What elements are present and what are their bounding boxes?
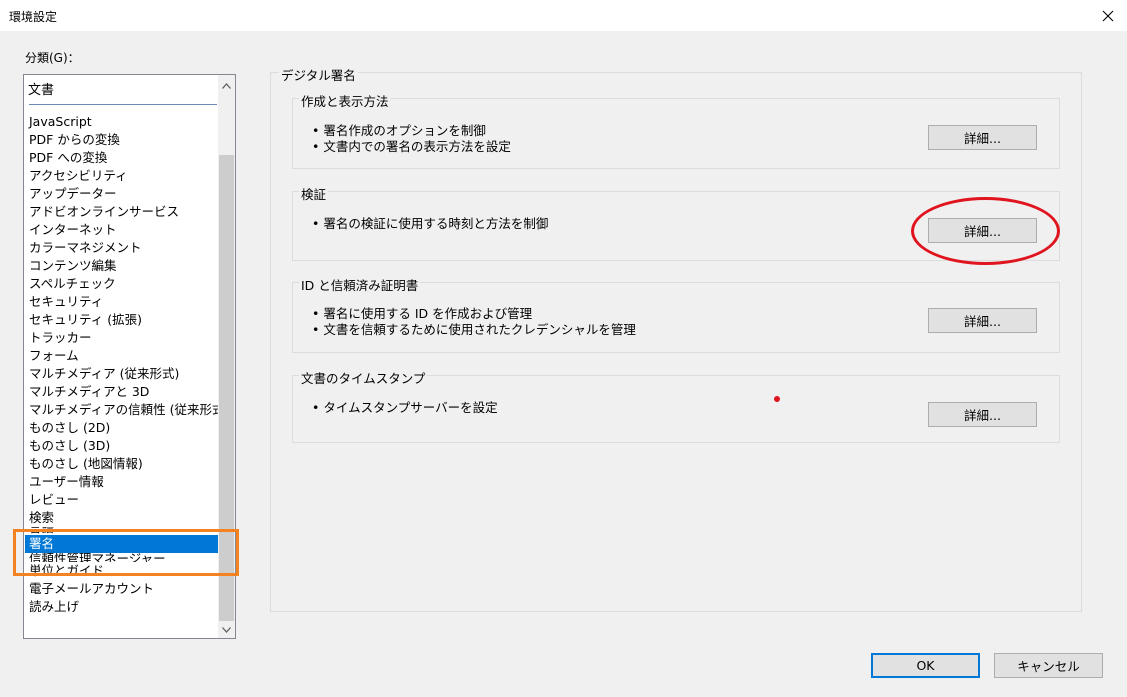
list-item[interactable]: トラッカー — [25, 329, 218, 347]
bullet-text: 文書内での署名の表示方法を設定 — [312, 139, 511, 155]
identities-details-button[interactable]: 詳細... — [928, 308, 1037, 333]
verification-bullets: 署名の検証に使用する時刻と方法を制御 — [312, 216, 548, 232]
title-bar: 環境設定 — [0, 0, 1127, 31]
timestamp-bullets: タイムスタンプサーバーを設定 — [312, 400, 497, 416]
list-item[interactable]: フォーム — [25, 347, 218, 365]
list-item[interactable]: 電子メールアカウント — [25, 580, 218, 598]
creation-details-button[interactable]: 詳細... — [928, 125, 1037, 150]
list-item[interactable]: アクセシビリティ — [25, 167, 218, 185]
list-item[interactable]: PDF からの変換 — [25, 131, 218, 149]
red-dot-annotation — [774, 396, 780, 402]
list-item[interactable]: ユーザー情報 — [25, 473, 218, 491]
close-button[interactable] — [1089, 0, 1127, 31]
creation-display-bullets: 署名作成のオプションを制御 文書内での署名の表示方法を設定 — [312, 123, 511, 155]
list-item[interactable]: PDF への変換 — [25, 149, 218, 167]
creation-display-title: 作成と表示方法 — [299, 91, 391, 110]
window-title: 環境設定 — [9, 10, 58, 24]
cancel-button[interactable]: キャンセル — [994, 653, 1103, 678]
timestamp-title: 文書のタイムスタンプ — [299, 368, 428, 387]
chevron-up-icon — [222, 82, 231, 89]
list-item[interactable]: スペルチェック — [25, 275, 218, 293]
list-item[interactable]: 読み上げ — [25, 598, 218, 616]
scroll-up-button[interactable] — [218, 77, 235, 94]
close-icon — [1102, 10, 1114, 21]
list-item[interactable]: ものさし (地図情報) — [25, 455, 218, 473]
identities-bullets: 署名に使用する ID を作成および管理 文書を信頼するために使用されたクレデンシ… — [312, 306, 636, 338]
list-item[interactable]: コンテンツ編集 — [25, 257, 218, 275]
category-label: 分類(G)： — [25, 51, 80, 65]
verification-title: 検証 — [299, 184, 329, 203]
list-item[interactable]: 検索 — [25, 509, 218, 527]
list-item[interactable]: マルチメディアの信頼性 (従来形式) — [25, 401, 218, 419]
list-item[interactable]: ものさし (2D) — [25, 419, 218, 437]
list-item[interactable]: JavaScript — [25, 113, 218, 131]
bullet-text: タイムスタンプサーバーを設定 — [312, 400, 497, 416]
timestamp-details-button[interactable]: 詳細... — [928, 402, 1037, 427]
list-item[interactable]: アドビオンラインサービス — [25, 203, 218, 221]
digital-signature-title: デジタル署名 — [279, 65, 358, 84]
bullet-text: 署名に使用する ID を作成および管理 — [312, 306, 636, 322]
list-separator — [29, 104, 217, 105]
red-circle-annotation — [911, 197, 1060, 265]
list-item-document[interactable]: 文書 — [28, 79, 54, 98]
ok-button[interactable]: OK — [871, 653, 980, 678]
list-item[interactable]: マルチメディアと 3D — [25, 383, 218, 401]
list-item[interactable]: セキュリティ (拡張) — [25, 311, 218, 329]
list-item[interactable]: ものさし (3D) — [25, 437, 218, 455]
scroll-down-button[interactable] — [218, 621, 235, 638]
chevron-down-icon — [222, 626, 231, 633]
list-item[interactable]: アップデーター — [25, 185, 218, 203]
list-item[interactable]: レビュー — [25, 491, 218, 509]
list-item[interactable]: カラーマネジメント — [25, 239, 218, 257]
list-item[interactable]: マルチメディア (従来形式) — [25, 365, 218, 383]
highlight-box — [13, 529, 239, 576]
bullet-text: 署名作成のオプションを制御 — [312, 123, 511, 139]
identities-title: ID と信頼済み証明書 — [299, 275, 421, 294]
bullet-text: 文書を信頼するために使用されたクレデンシャルを管理 — [312, 322, 636, 338]
bullet-text: 署名の検証に使用する時刻と方法を制御 — [312, 216, 548, 232]
list-item[interactable]: インターネット — [25, 221, 218, 239]
list-item[interactable]: セキュリティ — [25, 293, 218, 311]
